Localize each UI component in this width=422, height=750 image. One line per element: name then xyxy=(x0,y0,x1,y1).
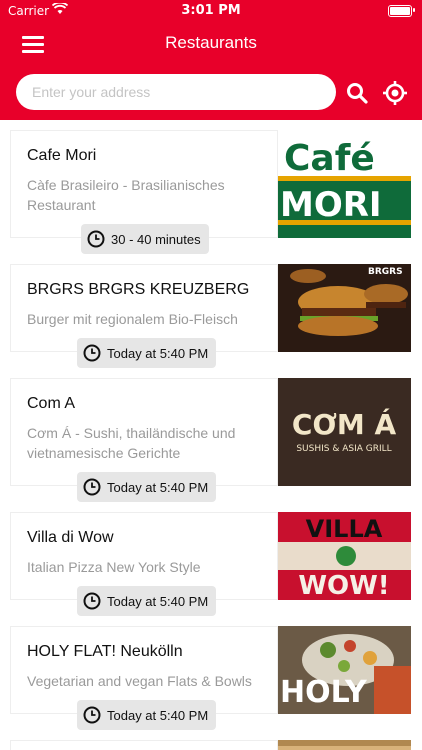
search-bar xyxy=(0,66,422,120)
restaurant-card: Villa di Wow Italian Pizza New York Styl… xyxy=(10,512,278,616)
restaurant-card: HOLY FLAT! Neukölln Vegetarian and vegan… xyxy=(10,626,278,730)
delivery-time-badge: Today at 5:40 PM xyxy=(77,472,217,502)
page-title: Restaurants xyxy=(165,33,257,52)
restaurant-item[interactable] xyxy=(10,740,411,750)
clock-time: 3:01 PM xyxy=(181,3,241,18)
delivery-time-label: 30 - 40 minutes xyxy=(111,231,201,247)
restaurant-image: CƠM Á SUSHIS & ASIA GRILL xyxy=(278,378,411,486)
delivery-time-label: Today at 5:40 PM xyxy=(107,345,209,361)
clock-icon xyxy=(87,230,105,248)
status-bar: Carrier 3:01 PM xyxy=(0,0,422,22)
restaurant-card xyxy=(10,740,278,750)
image-text: CƠM Á xyxy=(292,407,397,441)
image-text: MORI xyxy=(280,185,382,225)
restaurant-image xyxy=(278,740,411,750)
restaurant-item[interactable]: BRGRS BRGRS KREUZBERG Burger mit regiona… xyxy=(10,264,411,368)
image-text: Café xyxy=(284,138,375,179)
delivery-time-badge: 30 - 40 minutes xyxy=(81,224,209,254)
image-text: WOW! xyxy=(298,571,389,600)
address-input[interactable] xyxy=(16,74,336,110)
restaurant-description: Vegetarian and vegan Flats & Bowls xyxy=(27,673,252,689)
restaurant-item[interactable]: Com A Cơm Á - Sushi, thailändische und v… xyxy=(10,378,411,502)
restaurant-description: Burger mit regionalem Bio-Fleisch xyxy=(27,311,238,327)
restaurant-description: Italian Pizza New York Style xyxy=(27,559,201,575)
clock-icon xyxy=(83,344,101,362)
delivery-time-label: Today at 5:40 PM xyxy=(107,479,209,495)
image-text: SUSHIS & ASIA GRILL xyxy=(296,444,391,454)
image-text: BRGRS xyxy=(368,267,403,277)
navigation-bar: Restaurants xyxy=(0,22,422,66)
battery-icon xyxy=(388,5,412,17)
restaurant-list: Cafe Mori Càfe Brasileiro - Brasilianisc… xyxy=(0,120,422,750)
restaurant-description: Cơm Á - Sushi, thailändische und vietnam… xyxy=(27,425,236,461)
restaurant-image: VILLA WOW! xyxy=(278,512,411,600)
delivery-time-label: Today at 5:40 PM xyxy=(107,707,209,723)
clock-icon xyxy=(83,478,101,496)
restaurant-image: BRGRS xyxy=(278,264,411,352)
delivery-time-badge: Today at 5:40 PM xyxy=(77,586,217,616)
battery-tip xyxy=(413,8,415,12)
clock-icon xyxy=(83,592,101,610)
delivery-time-badge: Today at 5:40 PM xyxy=(77,338,217,368)
location-target-icon[interactable] xyxy=(382,80,408,106)
restaurant-name: Com A xyxy=(27,395,76,412)
clock-icon xyxy=(83,706,101,724)
restaurant-description: Càfe Brasileiro - Brasilianisches Restau… xyxy=(27,177,225,213)
restaurant-item[interactable]: Villa di Wow Italian Pizza New York Styl… xyxy=(10,512,411,616)
restaurant-item[interactable]: HOLY FLAT! Neukölln Vegetarian and vegan… xyxy=(10,626,411,730)
restaurant-card: BRGRS BRGRS KREUZBERG Burger mit regiona… xyxy=(10,264,278,368)
restaurant-card: Com A Cơm Á - Sushi, thailändische und v… xyxy=(10,378,278,502)
image-text: HOLY xyxy=(280,675,368,710)
search-icon[interactable] xyxy=(346,82,368,104)
restaurant-name: Cafe Mori xyxy=(27,147,97,164)
restaurant-name: Villa di Wow xyxy=(27,529,114,546)
restaurant-name: BRGRS BRGRS KREUZBERG xyxy=(27,281,250,298)
restaurant-card: Cafe Mori Càfe Brasileiro - Brasilianisc… xyxy=(10,130,278,254)
restaurant-image: HOLY xyxy=(278,626,411,714)
restaurant-image: Café MORI xyxy=(278,130,411,238)
restaurant-name: HOLY FLAT! Neukölln xyxy=(27,643,183,660)
image-text: VILLA xyxy=(306,515,383,543)
delivery-time-label: Today at 5:40 PM xyxy=(107,593,209,609)
delivery-time-badge: Today at 5:40 PM xyxy=(77,700,217,730)
restaurant-item[interactable]: Cafe Mori Càfe Brasileiro - Brasilianisc… xyxy=(10,130,411,254)
